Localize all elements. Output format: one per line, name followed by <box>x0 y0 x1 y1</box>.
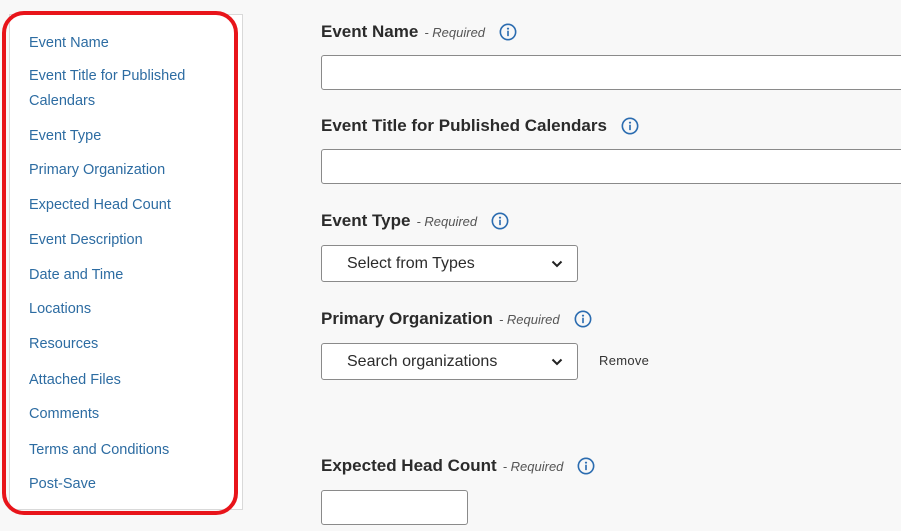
primary-org-label-text: Primary Organization <box>321 309 493 328</box>
head-count-label-text: Expected Head Count <box>321 456 497 475</box>
event-title-label: Event Title for Published Calendars <box>321 116 639 136</box>
head-count-required-text: - Required <box>502 458 564 474</box>
event-title-label-text: Event Title for Published Calendars <box>321 116 607 135</box>
nav-item-post-save[interactable]: Post-Save <box>29 475 96 494</box>
info-icon[interactable] <box>577 457 595 475</box>
nav-item-event-type[interactable]: Event Type <box>29 127 101 146</box>
head-count-input[interactable] <box>321 490 468 525</box>
remove-organization-button[interactable]: Remove <box>599 353 649 368</box>
nav-item-primary-organization[interactable]: Primary Organization <box>29 161 165 180</box>
event-type-selected-value: Select from Types <box>347 254 475 272</box>
event-type-label-text: Event Type <box>321 211 411 230</box>
event-name-label-text: Event Name <box>321 22 419 41</box>
event-name-required-text: - Required <box>424 24 486 40</box>
nav-item-event-description[interactable]: Event Description <box>29 231 143 250</box>
head-count-label: Expected Head Count - Required <box>321 456 595 476</box>
nav-item-expected-head-count[interactable]: Expected Head Count <box>29 196 171 215</box>
nav-item-attached-files[interactable]: Attached Files <box>29 371 121 390</box>
info-icon[interactable] <box>621 117 639 135</box>
primary-org-select[interactable]: Search organizations <box>321 343 578 380</box>
event-type-required-text: - Required <box>416 213 478 229</box>
nav-item-event-name[interactable]: Event Name <box>29 34 109 53</box>
nav-item-event-title[interactable]: Event Title for Published <box>29 67 185 86</box>
info-icon[interactable] <box>574 310 592 328</box>
info-icon[interactable] <box>491 212 509 230</box>
chevron-down-icon <box>551 358 563 366</box>
event-type-select[interactable]: Select from Types <box>321 245 578 282</box>
primary-org-selected-value: Search organizations <box>347 352 498 370</box>
form-section-nav: Event Name Event Title for Published Cal… <box>9 14 243 510</box>
event-title-input[interactable] <box>321 149 901 184</box>
event-name-input[interactable] <box>321 55 901 90</box>
nav-item-date-and-time[interactable]: Date and Time <box>29 266 123 285</box>
event-type-label: Event Type - Required <box>321 211 509 231</box>
chevron-down-icon <box>551 260 563 268</box>
event-name-label: Event Name - Required <box>321 22 517 42</box>
nav-item-locations[interactable]: Locations <box>29 300 91 319</box>
nav-item-event-title-line2[interactable]: Calendars <box>29 92 95 111</box>
nav-item-terms-and-conditions[interactable]: Terms and Conditions <box>29 441 169 460</box>
info-icon[interactable] <box>499 23 517 41</box>
nav-item-comments[interactable]: Comments <box>29 405 99 424</box>
page: Event Name Event Title for Published Cal… <box>0 0 901 531</box>
primary-org-label: Primary Organization - Required <box>321 309 592 329</box>
primary-org-required-text: - Required <box>498 311 560 327</box>
nav-item-resources[interactable]: Resources <box>29 335 98 354</box>
